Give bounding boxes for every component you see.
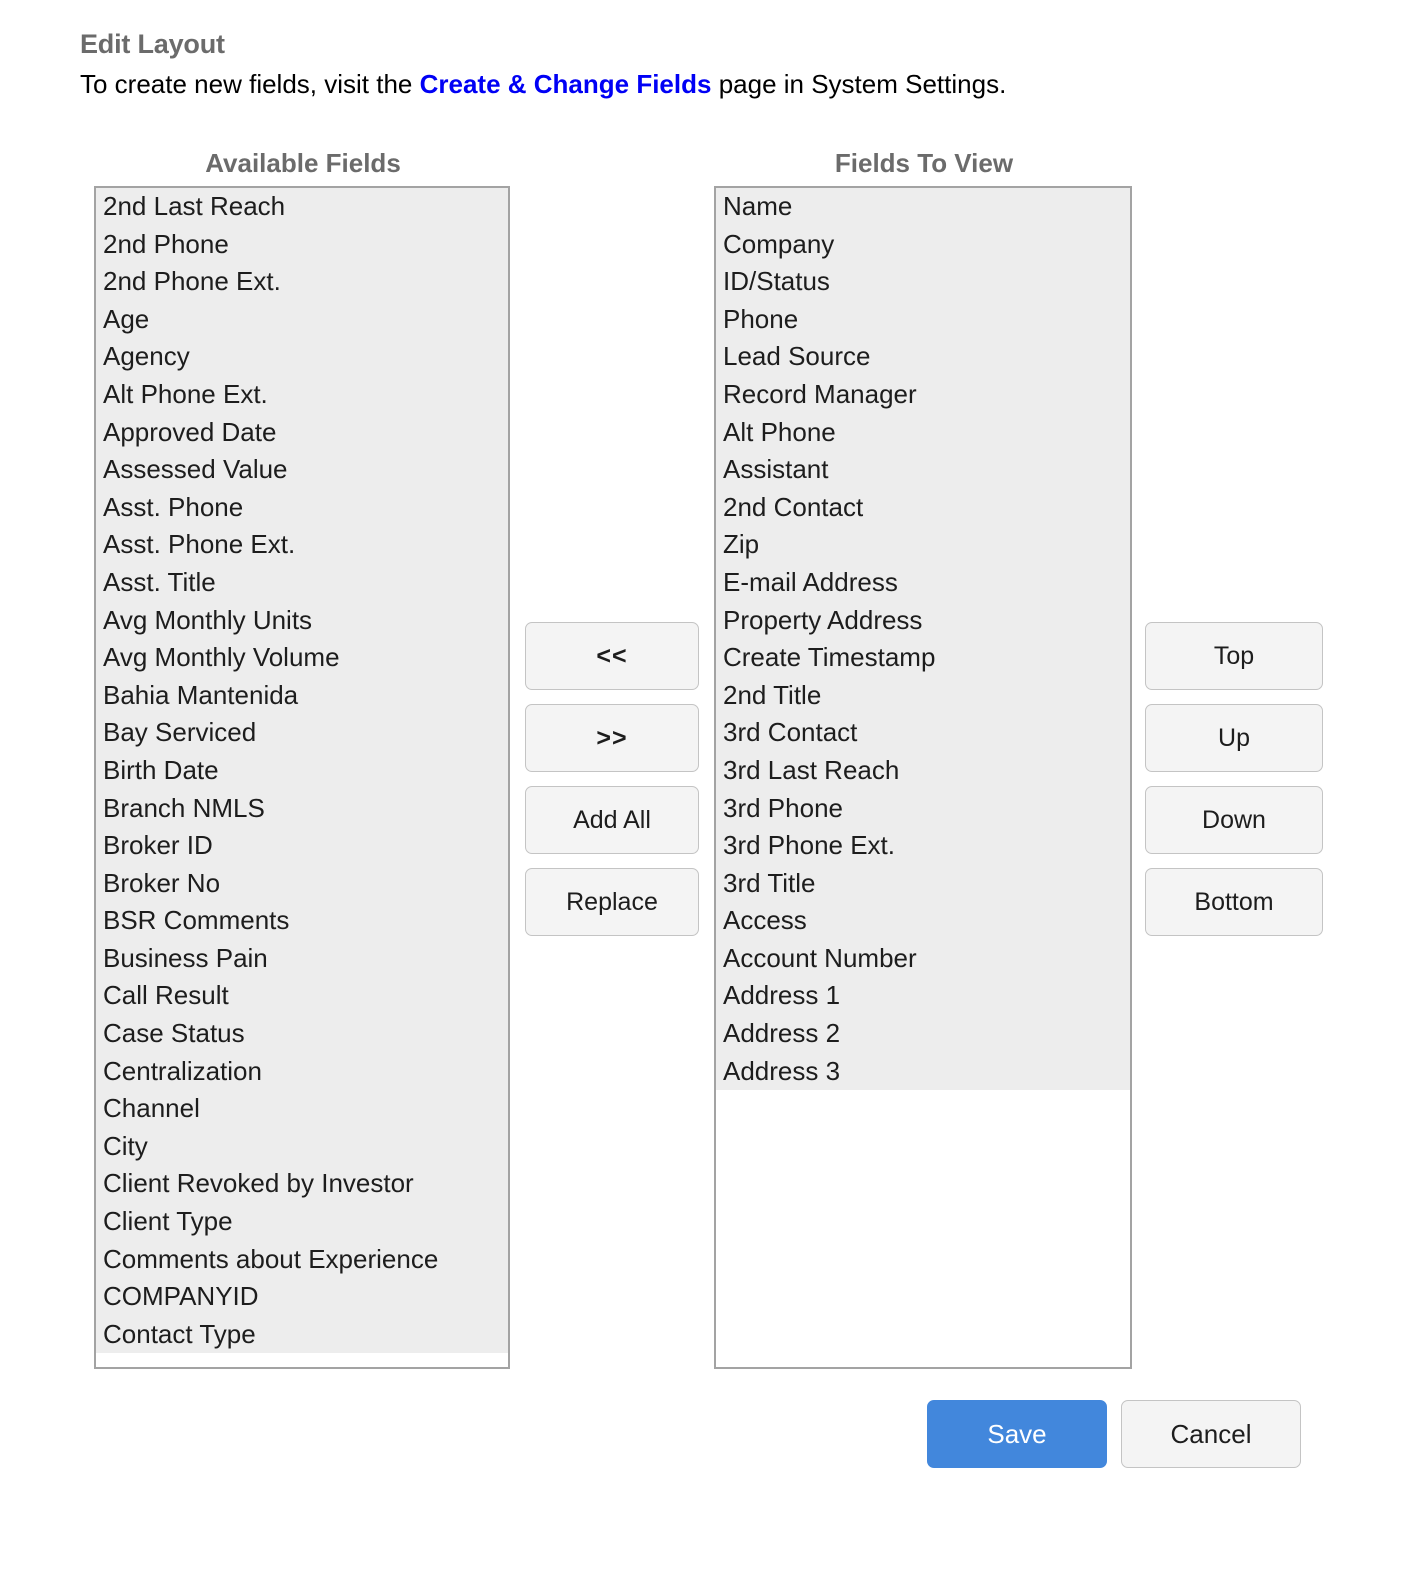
cancel-button[interactable]: Cancel xyxy=(1121,1400,1301,1468)
view-field-item[interactable]: 3rd Phone xyxy=(716,790,1130,828)
available-field-item[interactable]: Avg Monthly Volume xyxy=(96,639,508,677)
view-field-item[interactable]: Alt Phone xyxy=(716,414,1130,452)
view-field-item[interactable]: 3rd Phone Ext. xyxy=(716,827,1130,865)
view-field-item[interactable]: Create Timestamp xyxy=(716,639,1130,677)
move-up-button[interactable]: Up xyxy=(1145,704,1323,772)
available-field-item[interactable]: Contact Type xyxy=(96,1316,508,1354)
available-field-item[interactable]: Comments about Experience xyxy=(96,1241,508,1279)
add-all-button[interactable]: Add All xyxy=(525,786,699,854)
view-field-item[interactable]: Property Address xyxy=(716,602,1130,640)
view-field-item[interactable]: 3rd Title xyxy=(716,865,1130,903)
available-field-item[interactable]: Agency xyxy=(96,338,508,376)
available-field-item[interactable]: Assessed Value xyxy=(96,451,508,489)
page-title: Edit Layout xyxy=(80,28,1380,60)
available-field-item[interactable]: Client Type xyxy=(96,1203,508,1241)
available-field-item[interactable]: Asst. Phone Ext. xyxy=(96,526,508,564)
view-field-item[interactable]: 2nd Contact xyxy=(716,489,1130,527)
move-down-button[interactable]: Down xyxy=(1145,786,1323,854)
available-field-item[interactable]: 2nd Phone Ext. xyxy=(96,263,508,301)
view-field-item[interactable]: 2nd Title xyxy=(716,677,1130,715)
view-field-item[interactable]: Zip xyxy=(716,526,1130,564)
available-field-item[interactable]: BSR Comments xyxy=(96,902,508,940)
view-field-item[interactable]: 3rd Last Reach xyxy=(716,752,1130,790)
footer-button-group: Save Cancel xyxy=(927,1400,1327,1468)
available-field-item[interactable]: Avg Monthly Units xyxy=(96,602,508,640)
available-field-item[interactable]: Bahia Mantenida xyxy=(96,677,508,715)
view-field-item[interactable]: Name xyxy=(716,188,1130,226)
available-field-item[interactable]: 2nd Phone xyxy=(96,226,508,264)
available-field-item[interactable]: Case Status xyxy=(96,1015,508,1053)
view-field-item[interactable]: Assistant xyxy=(716,451,1130,489)
view-field-item[interactable]: Address 1 xyxy=(716,977,1130,1015)
available-field-item[interactable]: Age xyxy=(96,301,508,339)
available-field-item[interactable]: 2nd Last Reach xyxy=(96,188,508,226)
available-field-item[interactable]: Broker No xyxy=(96,865,508,903)
view-field-item[interactable]: Lead Source xyxy=(716,338,1130,376)
remove-field-button[interactable]: << xyxy=(525,622,699,690)
available-fields-list[interactable]: 2nd Last Reach2nd Phone2nd Phone Ext.Age… xyxy=(96,188,508,1353)
available-field-item[interactable]: Business Pain xyxy=(96,940,508,978)
create-change-fields-link[interactable]: Create & Change Fields xyxy=(420,69,712,99)
available-field-item[interactable]: Asst. Title xyxy=(96,564,508,602)
available-field-item[interactable]: Birth Date xyxy=(96,752,508,790)
available-field-item[interactable]: COMPANYID xyxy=(96,1278,508,1316)
header: Edit Layout To create new fields, visit … xyxy=(80,28,1380,101)
view-field-item[interactable]: Account Number xyxy=(716,940,1130,978)
view-field-item[interactable]: Company xyxy=(716,226,1130,264)
view-field-item[interactable]: E-mail Address xyxy=(716,564,1130,602)
view-field-item[interactable]: Address 3 xyxy=(716,1053,1130,1091)
available-field-item[interactable]: Approved Date xyxy=(96,414,508,452)
fields-to-view-listbox[interactable]: NameCompanyID/StatusPhoneLead SourceReco… xyxy=(714,186,1132,1369)
available-field-item[interactable]: Alt Phone Ext. xyxy=(96,376,508,414)
available-field-item[interactable]: City xyxy=(96,1128,508,1166)
fields-to-view-heading: Fields To View xyxy=(716,150,1132,176)
available-field-item[interactable]: Asst. Phone xyxy=(96,489,508,527)
move-bottom-button[interactable]: Bottom xyxy=(1145,868,1323,936)
transfer-button-group: << >> Add All Replace xyxy=(525,622,699,950)
view-field-item[interactable]: Access xyxy=(716,902,1130,940)
view-field-item[interactable]: 3rd Contact xyxy=(716,714,1130,752)
available-field-item[interactable]: Channel xyxy=(96,1090,508,1128)
fields-to-view-list[interactable]: NameCompanyID/StatusPhoneLead SourceReco… xyxy=(716,188,1130,1090)
view-field-item[interactable]: Record Manager xyxy=(716,376,1130,414)
available-field-item[interactable]: Centralization xyxy=(96,1053,508,1091)
intro-suffix: page in System Settings. xyxy=(711,69,1006,99)
intro-prefix: To create new fields, visit the xyxy=(80,69,420,99)
available-field-item[interactable]: Broker ID xyxy=(96,827,508,865)
save-button[interactable]: Save xyxy=(927,1400,1107,1468)
view-field-item[interactable]: ID/Status xyxy=(716,263,1130,301)
add-field-button[interactable]: >> xyxy=(525,704,699,772)
available-fields-heading: Available Fields xyxy=(96,150,510,176)
available-field-item[interactable]: Bay Serviced xyxy=(96,714,508,752)
order-button-group: Top Up Down Bottom xyxy=(1145,622,1323,950)
available-fields-listbox[interactable]: 2nd Last Reach2nd Phone2nd Phone Ext.Age… xyxy=(94,186,510,1369)
replace-button[interactable]: Replace xyxy=(525,868,699,936)
available-field-item[interactable]: Client Revoked by Investor xyxy=(96,1165,508,1203)
available-field-item[interactable]: Call Result xyxy=(96,977,508,1015)
move-top-button[interactable]: Top xyxy=(1145,622,1323,690)
available-field-item[interactable]: Branch NMLS xyxy=(96,790,508,828)
view-field-item[interactable]: Address 2 xyxy=(716,1015,1130,1053)
view-field-item[interactable]: Phone xyxy=(716,301,1130,339)
intro-text: To create new fields, visit the Create &… xyxy=(80,68,1380,101)
